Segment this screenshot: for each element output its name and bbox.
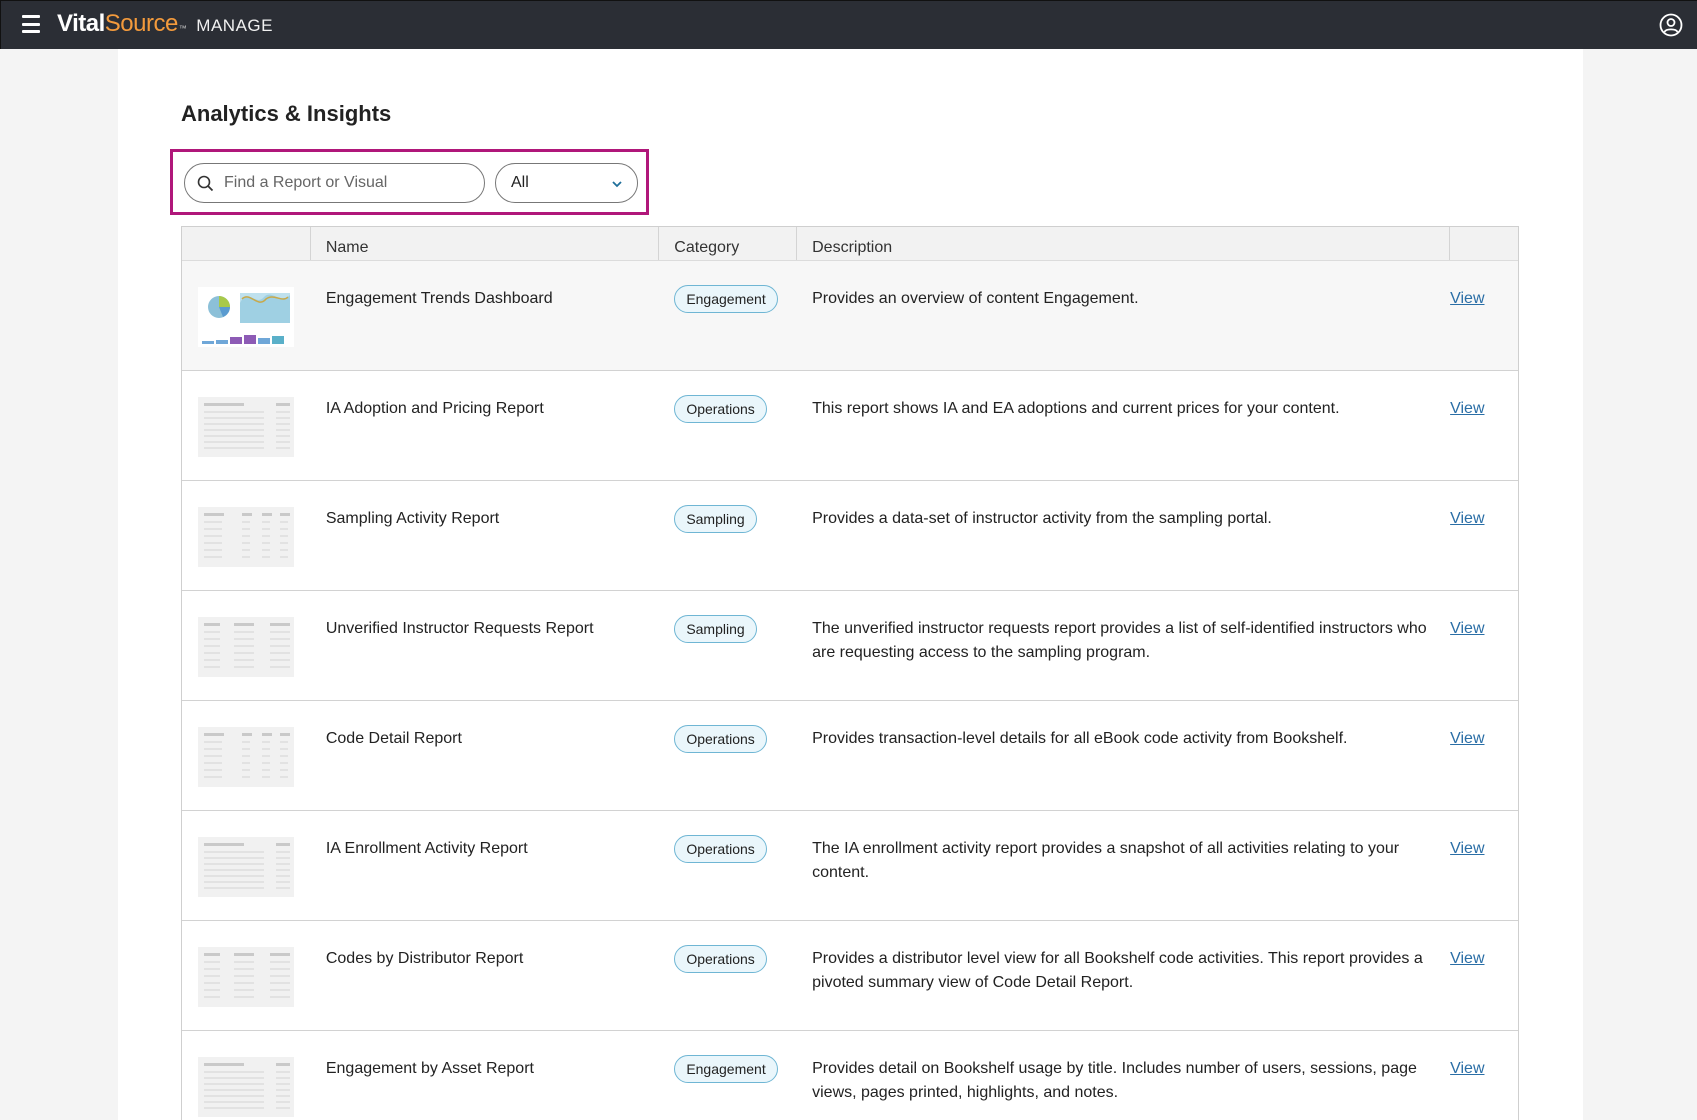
report-name: Engagement Trends Dashboard [325,290,553,307]
report-thumbnail-cell [182,1031,311,1120]
table-header: Name Category Description [182,227,1518,261]
report-category-cell: Operations [659,371,797,480]
search-icon [197,175,214,191]
report-name: Code Detail Report [325,730,462,747]
report-category-cell: Sampling [659,481,797,590]
report-thumbnail [198,727,294,787]
report-description: Provides an overview of content Engageme… [812,290,1139,307]
report-thumbnail-cell [182,921,311,1030]
category-badge: Operations [674,725,767,753]
app-name: MANAGE [196,16,273,35]
table-row[interactable]: Codes by Distributor Report Operations Pro… [182,921,1518,1031]
column-header-category[interactable]: Category [659,227,798,260]
column-header-action [1450,227,1518,260]
view-report-link[interactable]: View [1450,620,1484,637]
view-report-link[interactable]: View [1450,400,1484,417]
report-thumbnail [198,947,294,1007]
report-thumbnail [198,397,294,457]
report-category-cell: Operations [659,701,797,810]
view-report-link[interactable]: View [1450,840,1484,857]
report-thumbnail-cell [182,261,311,370]
report-description: Provides detail on Bookshelf usage by ti… [812,1060,1417,1101]
report-action-cell: View [1450,701,1518,810]
table-row[interactable]: Engagement by Asset Report Engagement Prov… [182,1031,1518,1120]
report-thumbnail-cell [182,591,311,700]
report-name: Engagement by Asset Report [325,1060,534,1077]
report-category-cell: Operations [659,921,797,1030]
reports-table: Name Category Description Engagement Tre… [181,226,1519,1120]
report-thumbnail-cell [182,371,311,480]
report-name: Sampling Activity Report [325,510,500,527]
category-dropdown-value: All [511,174,529,191]
view-report-link[interactable]: View [1450,1060,1484,1077]
report-thumbnail [198,1057,294,1117]
report-action-cell: View [1450,921,1518,1030]
category-dropdown[interactable]: All [495,163,638,203]
report-name: Unverified Instructor Requests Report [325,620,594,637]
report-category-cell: Engagement [659,1031,797,1120]
report-category-cell: Engagement [659,261,797,370]
report-thumbnail-cell [182,481,311,590]
report-action-cell: View [1450,591,1518,700]
report-name: Codes by Distributor Report [325,950,524,967]
view-report-link[interactable]: View [1450,730,1484,747]
report-thumbnail [198,507,294,567]
search-field[interactable] [184,163,485,203]
category-badge: Engagement [674,1055,778,1083]
report-description: This report shows IA and EA adoptions an… [812,400,1340,417]
report-thumbnail-cell [182,811,311,920]
table-row[interactable]: Unverified Instructor Requests Report Sam… [182,591,1518,701]
table-row[interactable]: IA Adoption and Pricing Report Operations… [182,371,1518,481]
table-row[interactable]: Sampling Activity Report Sampling Provides… [182,481,1518,591]
report-name: IA Adoption and Pricing Report [325,400,544,417]
report-thumbnail [198,617,294,677]
report-description: The unverified instructor requests repor… [812,620,1427,661]
table-row[interactable]: Engagement Trends Dashboard Engagement Pro… [182,261,1518,371]
report-description: Provides a data-set of instructor activi… [812,510,1272,527]
category-badge: Engagement [674,285,778,313]
category-badge: Sampling [674,505,757,533]
column-header-thumbnail [182,227,311,260]
table-row[interactable]: IA Enrollment Activity Report Operations T… [182,811,1518,921]
category-badge: Sampling [674,615,757,643]
report-category-cell: Operations [659,811,797,920]
report-category-cell: Sampling [659,591,797,700]
view-report-link[interactable]: View [1450,290,1484,307]
report-description: Provides transaction-level details for a… [812,730,1348,747]
category-badge: Operations [674,945,767,973]
column-header-name[interactable]: Name [311,227,660,260]
column-header-description[interactable]: Description [797,227,1451,260]
hamburger-icon[interactable] [22,15,40,33]
category-badge: Operations [674,395,767,423]
top-navigation-bar: Vital Source ™ MANAGE [0,0,1697,49]
table-row[interactable]: Code Detail Report Operations Provides tra… [182,701,1518,811]
vitalsource-logo[interactable]: Vital Source ™ MANAGE [57,10,273,38]
category-badge: Operations [674,835,767,863]
report-action-cell: View [1450,1031,1518,1120]
report-name: IA Enrollment Activity Report [325,840,528,857]
report-thumbnail [198,287,294,347]
report-description: Provides a distributor level view for al… [812,950,1423,991]
main-content: Analytics & Insights All Name Category D… [118,49,1583,1120]
report-action-cell: View [1450,261,1518,370]
report-description: The IA enrollment activity report provid… [812,840,1400,881]
report-thumbnail-cell [182,701,311,810]
report-action-cell: View [1450,481,1518,590]
view-report-link[interactable]: View [1450,510,1484,527]
chevron-down-icon [612,181,622,188]
report-action-cell: View [1450,811,1518,920]
user-account-icon[interactable] [1659,13,1683,37]
page-title: Analytics & Insights [181,101,392,126]
view-report-link[interactable]: View [1450,950,1484,967]
report-action-cell: View [1450,371,1518,480]
filter-bar: All [170,149,649,215]
report-thumbnail [198,837,294,897]
search-input[interactable] [224,174,464,192]
table-body: Engagement Trends Dashboard Engagement Pro… [182,261,1518,1120]
